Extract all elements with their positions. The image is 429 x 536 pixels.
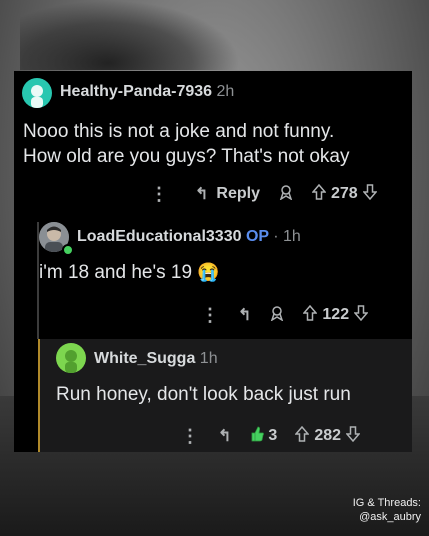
vote-count: 278: [330, 185, 358, 202]
reply-arrow-icon[interactable]: ↰: [195, 184, 208, 204]
username[interactable]: Healthy-Panda-7936: [60, 83, 212, 100]
watermark-credit: IG & Threads: @ask_aubry: [353, 496, 421, 524]
award-icon[interactable]: [278, 184, 294, 205]
award-icon[interactable]: [269, 305, 285, 326]
comment-time: 2h: [216, 83, 235, 100]
comment-body: Run honey, don't look back just run: [56, 382, 351, 407]
comment-author[interactable]: LoadEducational3330 OP · 1h: [77, 228, 301, 246]
upvote-icon[interactable]: [302, 304, 319, 326]
reply-arrow-icon[interactable]: ↰: [218, 426, 231, 446]
comment-actions: ⋮ ↰ 122: [200, 304, 369, 326]
comment-text-line: How old are you guys? That's not okay: [23, 146, 350, 167]
comment-actions: ⋮ ↰ 3 282: [180, 425, 361, 448]
comment-time: 1h: [283, 228, 301, 245]
more-options-icon[interactable]: ⋮: [200, 305, 220, 326]
username[interactable]: LoadEducational3330: [77, 228, 242, 245]
snoo-avatar-icon: [31, 85, 43, 108]
more-options-icon[interactable]: ⋮: [149, 184, 169, 205]
thread-line[interactable]: [38, 339, 40, 452]
reply-arrow-icon[interactable]: ↰: [238, 305, 251, 325]
credit-line: IG & Threads:: [352, 497, 421, 509]
crying-emoji: 😭: [197, 262, 220, 282]
avatar[interactable]: [22, 78, 52, 108]
reply-button[interactable]: Reply: [216, 185, 260, 203]
comment-text-line: i'm 18 and he's 19: [39, 262, 193, 283]
comment-thread-card: Healthy-Panda-7936 2h Nooo this is not a…: [14, 71, 412, 452]
separator: ·: [273, 228, 279, 245]
downvote-icon[interactable]: [362, 183, 378, 205]
vote-count: 122: [322, 306, 350, 323]
online-indicator-icon: [62, 244, 74, 256]
comment-text-line: Run honey, don't look back just run: [56, 384, 351, 405]
comment-actions: ⋮ ↰ Reply 278: [149, 183, 378, 205]
comment-author[interactable]: White_Sugga 1h: [94, 350, 218, 368]
comment-author[interactable]: Healthy-Panda-7936 2h: [60, 83, 234, 101]
downvote-icon[interactable]: [353, 304, 369, 326]
credit-handle: @ask_aubry: [359, 511, 421, 523]
more-options-icon[interactable]: ⋮: [180, 426, 200, 447]
comment-text-line: Nooo this is not a joke and not funny.: [23, 121, 335, 142]
comment-body: i'm 18 and he's 19 😭: [39, 260, 220, 285]
vote-count: 282: [314, 427, 342, 444]
upvote-icon[interactable]: [294, 425, 310, 447]
op-badge: OP: [245, 228, 269, 245]
background-tree: [20, 0, 240, 70]
username[interactable]: White_Sugga: [94, 350, 195, 367]
comment-time: 1h: [199, 350, 218, 367]
thumbs-up-award-icon[interactable]: [249, 425, 265, 448]
upvote-icon[interactable]: [311, 183, 327, 205]
comment-body: Nooo this is not a joke and not funny. H…: [23, 119, 349, 169]
snoo-avatar-icon: [65, 350, 77, 373]
downvote-icon[interactable]: [345, 425, 361, 447]
avatar[interactable]: [56, 343, 86, 373]
award-count: 3: [268, 427, 278, 444]
